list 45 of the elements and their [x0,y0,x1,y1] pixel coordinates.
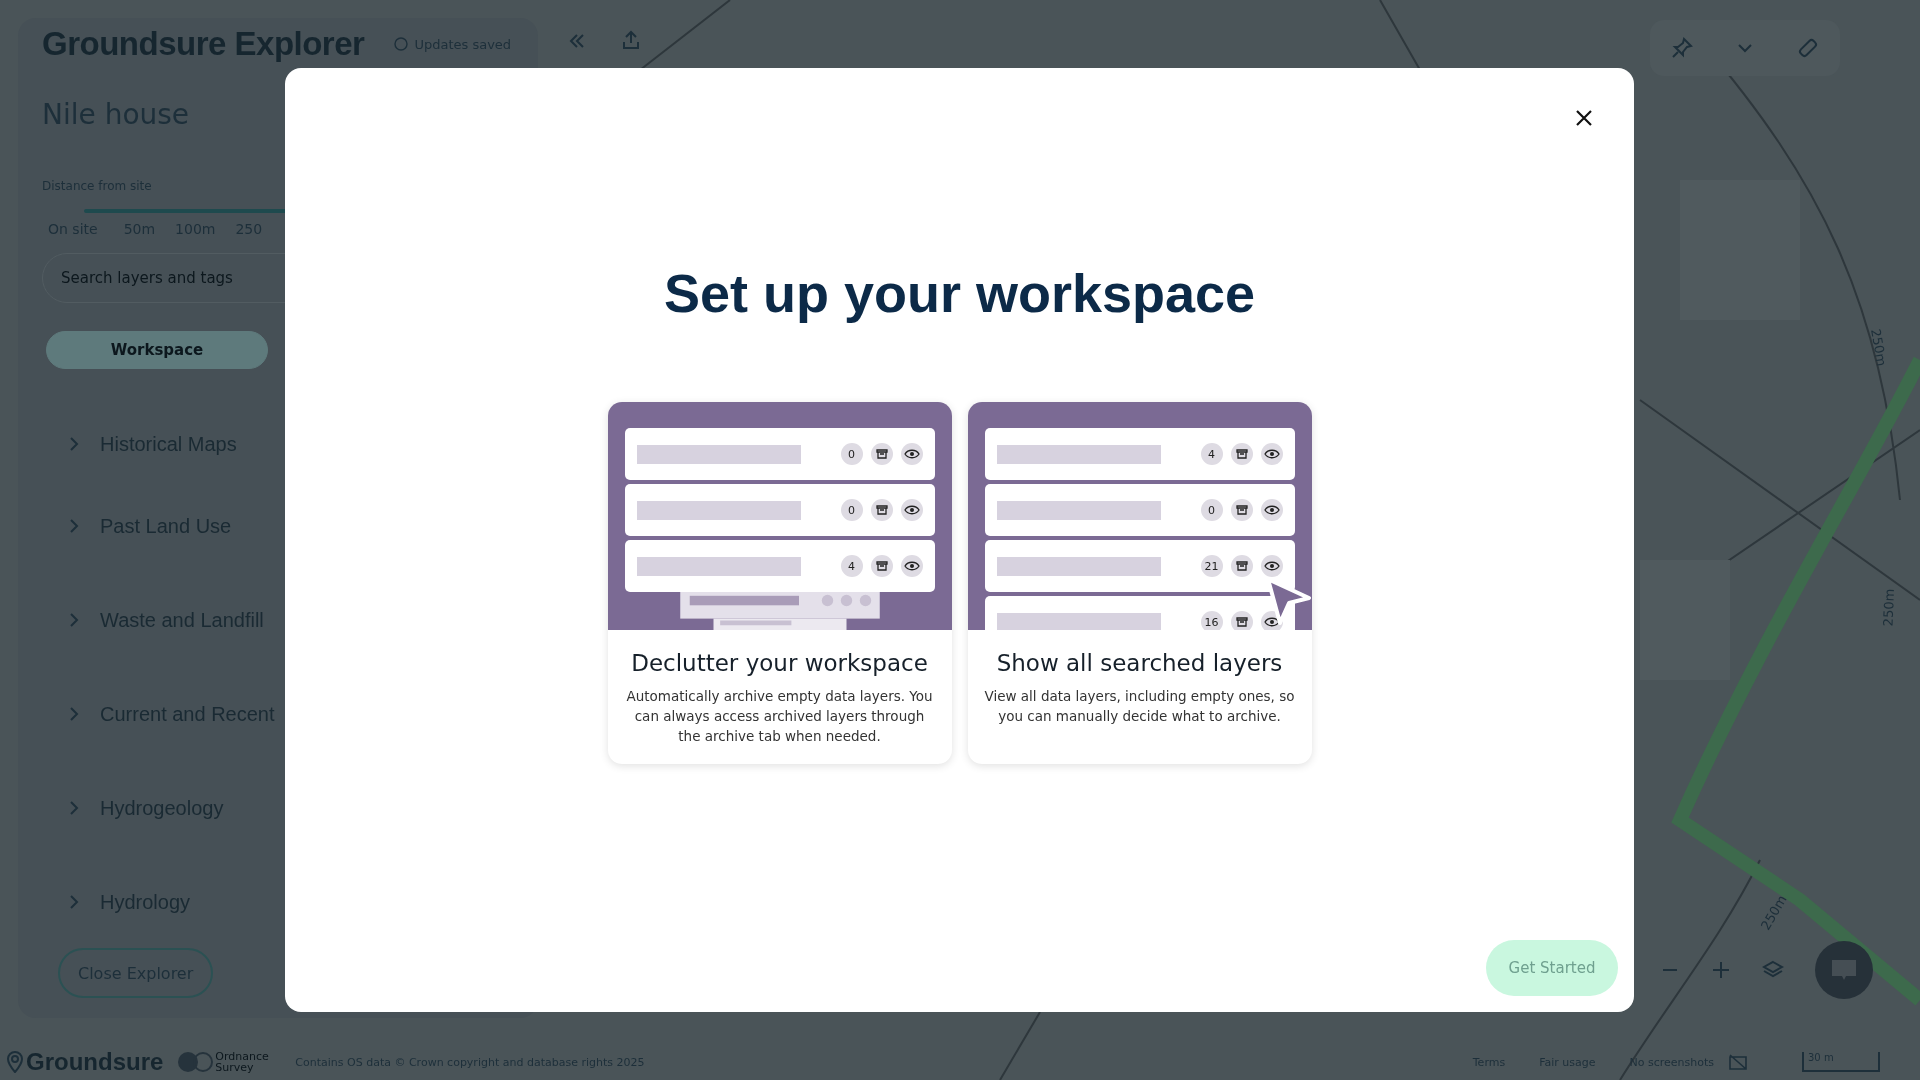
collapse-icon[interactable] [568,32,586,50]
archive-icon [870,555,893,577]
archive-icon [870,443,893,465]
archive-icon [870,499,893,521]
count-badge: 0 [1200,499,1223,521]
count-badge: 0 [840,443,863,465]
camera-off-icon [1728,1053,1748,1071]
eye-icon [900,499,923,521]
chevron-right-icon[interactable] [68,800,80,816]
eye-icon [1260,499,1283,521]
check-circle-icon [394,37,409,51]
archive-icon [1230,555,1253,577]
partner-logo-text: Ordnance Survey [215,1051,270,1073]
share-icon[interactable] [621,30,641,50]
chevron-right-icon[interactable] [68,436,80,452]
count-badge: 16 [1200,611,1223,630]
workspace-tab[interactable]: Workspace [46,331,268,369]
count-badge: 0 [840,499,863,521]
card-description: Automatically archive empty data layers. You can always access archived layers through the archive tab when needed. [625,687,934,746]
zoom-in-icon[interactable] [1710,959,1732,981]
option-card[interactable]: 4 0 21 16 Show all searched layers View all data layers, including empty ones, so you can manually decide what to archive. [967,402,1312,764]
card-title: Show all searched layers [996,650,1283,676]
pin-icon[interactable] [1671,37,1694,59]
location-pin-icon [6,1051,24,1073]
eye-icon [900,443,923,465]
card-description: View all data layers, including empty ones, so you can manually decide what to archive. [983,687,1296,726]
chevron-right-icon[interactable] [68,518,80,534]
chevron-right-icon[interactable] [68,894,80,910]
eye-icon [1260,443,1283,465]
modal-title: Set up your workspace [663,262,1256,324]
chevron-right-icon[interactable] [68,706,80,722]
ruler-icon[interactable] [1796,37,1819,59]
option-card[interactable]: 0 0 4 Declutter your workspace Automatically archive empty data layers. You can always access archived layers through the archive tab when needed. [607,402,952,764]
eye-icon [900,555,923,577]
count-badge: 4 [840,555,863,577]
archive-icon [1230,611,1253,630]
card-title: Declutter your workspace [631,650,928,676]
eye-icon [1260,555,1283,577]
chat-icon[interactable] [1814,940,1874,1000]
archive-icon [1230,499,1253,521]
chevron-right-icon[interactable] [68,612,80,628]
archive-icon [1230,443,1253,465]
close-icon[interactable] [1574,108,1594,128]
count-badge: 4 [1200,443,1223,465]
count-badge: 21 [1200,555,1223,577]
